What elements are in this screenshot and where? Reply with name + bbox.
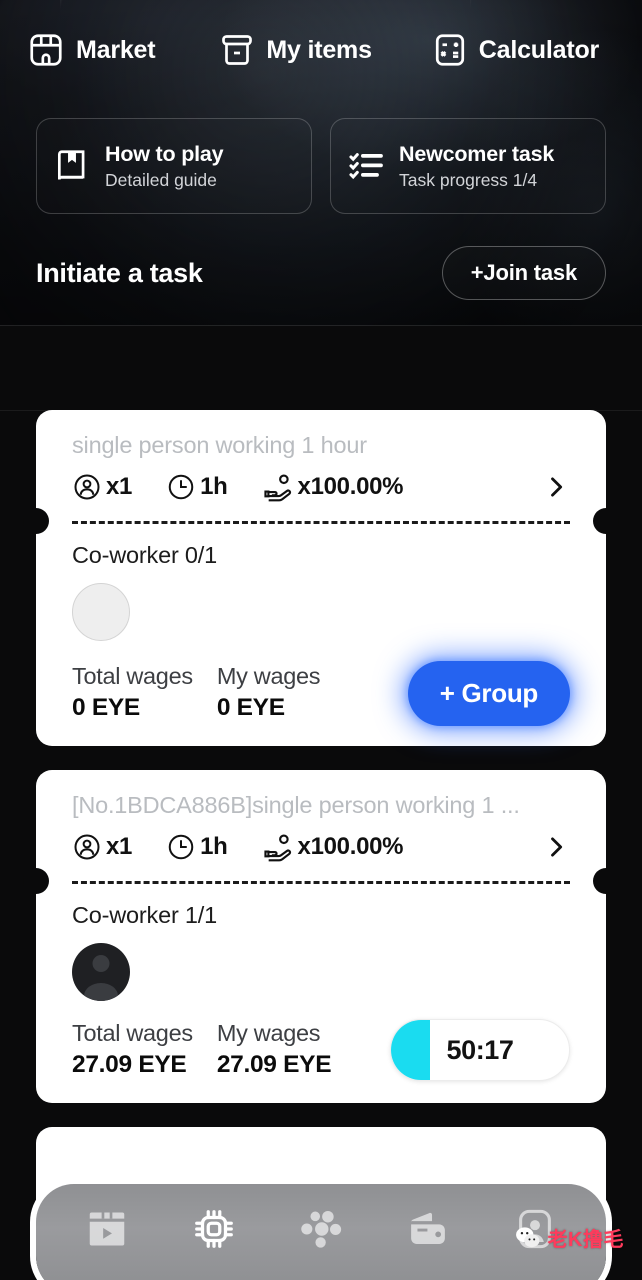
task-name: single person working 1 hour — [72, 432, 367, 458]
total-wages-block: Total wages 0 EYE — [72, 663, 193, 722]
task-stat-time: 1h — [166, 472, 228, 502]
checklist-icon — [347, 147, 385, 185]
chevron-right-icon[interactable] — [542, 833, 570, 861]
book-bookmark-icon — [53, 147, 91, 185]
notch-right — [593, 508, 619, 534]
task-card[interactable]: [No.1BDCA886B]single person working 1 ..… — [23, 770, 619, 1103]
info-card-title: How to play — [105, 141, 224, 166]
total-wages-value: 0 EYE — [72, 694, 140, 721]
my-wages-block: My wages 0 EYE — [216, 663, 321, 722]
my-wages-label: My wages — [216, 663, 321, 689]
group-button[interactable]: + Group — [407, 661, 570, 726]
wage-row: Total wages 0 EYE My wages 0 EYE + Group — [72, 657, 570, 726]
coworker-label: Co-worker 0/1 — [72, 542, 217, 568]
app-screen: Market My items Calculator How to play D… — [0, 0, 642, 1280]
task-card-perforation — [23, 508, 619, 534]
storefront-icon — [27, 31, 65, 69]
my-wages-value: 27.09 EYE — [216, 1051, 332, 1078]
my-wages-block: My wages 27.09 EYE — [216, 1020, 332, 1079]
wechat-watermark: 老K撸毛 — [515, 1223, 624, 1252]
watermark-text: 老K撸毛 — [547, 1229, 624, 1251]
hand-coin-icon — [262, 831, 294, 863]
wage-row: Total wages 27.09 EYE My wages 27.09 EYE… — [72, 1017, 570, 1081]
topnav-label-my-items: My items — [266, 35, 372, 64]
topnav-item-market[interactable]: Market — [27, 31, 156, 69]
my-wages-label: My wages — [216, 1020, 321, 1046]
person-circle-icon — [72, 472, 102, 502]
task-card-perforation — [23, 868, 619, 894]
coworker-avatar-row — [72, 583, 570, 643]
info-card-subtitle: Task progress 1/4 — [399, 169, 538, 190]
task-name: [No.1BDCA886B]single person working 1 ..… — [72, 792, 520, 818]
top-navigation: Market My items Calculator — [0, 22, 642, 78]
countdown-timer[interactable]: 50:17 — [390, 1019, 570, 1081]
notch-left — [23, 508, 49, 534]
task-card-header: single person working 1 hour x1 1h x100.… — [36, 410, 606, 521]
task-card-body: Co-worker 0/1 Total wages 0 EYE My wages… — [36, 522, 606, 746]
topnav-item-my-items[interactable]: My items — [219, 32, 372, 68]
join-task-button[interactable]: +Join task — [441, 246, 606, 300]
task-duration: 1h — [200, 833, 228, 860]
task-stat-people: x1 — [72, 472, 132, 502]
clock-icon — [166, 832, 196, 862]
hand-coin-icon — [262, 471, 294, 503]
total-wages-value: 27.09 EYE — [72, 1051, 187, 1078]
timer-progress-fill — [391, 1020, 431, 1080]
chevron-right-icon[interactable] — [542, 473, 570, 501]
task-stat-people: x1 — [72, 832, 132, 862]
task-stat-time: 1h — [166, 832, 228, 862]
avatar-empty-slot[interactable] — [72, 583, 130, 641]
store-play-icon[interactable] — [84, 1206, 130, 1252]
task-card-body: Co-worker 1/1 Total wages 27.09 EYE My w… — [36, 882, 606, 1103]
person-circle-icon — [72, 832, 102, 862]
archive-box-icon — [219, 32, 255, 68]
chip-icon[interactable] — [191, 1206, 237, 1252]
notch-right — [593, 868, 619, 894]
clock-icon — [166, 472, 196, 502]
task-rate: x100.00% — [297, 473, 404, 500]
total-wages-block: Total wages 27.09 EYE — [72, 1020, 193, 1079]
calculator-icon — [432, 32, 468, 68]
dashed-divider — [72, 881, 570, 884]
task-stat-rate: x100.00% — [262, 831, 404, 863]
task-stat-rate: x100.00% — [262, 471, 404, 503]
group-dots-icon[interactable] — [298, 1206, 344, 1252]
task-people-count: x1 — [106, 833, 133, 860]
avatar[interactable] — [72, 943, 130, 1001]
notch-left — [23, 868, 49, 894]
task-rate: x100.00% — [297, 833, 404, 860]
info-card-how-to-play[interactable]: How to play Detailed guide — [36, 118, 312, 214]
task-card[interactable]: single person working 1 hour x1 1h x100.… — [23, 410, 619, 746]
info-card-title: Newcomer task — [399, 141, 555, 166]
task-list: single person working 1 hour x1 1h x100.… — [0, 326, 642, 1280]
my-wages-value: 0 EYE — [216, 694, 285, 721]
total-wages-label: Total wages — [72, 1020, 193, 1046]
info-card-row: How to play Detailed guide Newcomer task… — [0, 118, 642, 214]
initiate-task-row: Initiate a task +Join task — [0, 240, 642, 306]
coworker-avatar-row — [72, 943, 570, 1003]
topnav-item-calculator[interactable]: Calculator — [432, 32, 599, 68]
topnav-label-market: Market — [76, 35, 156, 64]
timer-value: 50:17 — [446, 1034, 514, 1065]
task-card-header: [No.1BDCA886B]single person working 1 ..… — [36, 770, 606, 881]
topnav-label-calculator: Calculator — [478, 35, 600, 64]
coworker-label: Co-worker 1/1 — [72, 902, 217, 928]
page-title: Initiate a task — [36, 257, 203, 288]
task-stats: x1 1h x100.00% — [72, 471, 570, 503]
task-stats: x1 1h x100.00% — [72, 831, 570, 863]
info-card-newcomer-task[interactable]: Newcomer task Task progress 1/4 — [330, 118, 606, 214]
task-duration: 1h — [200, 473, 228, 500]
total-wages-label: Total wages — [72, 663, 193, 689]
wechat-icon — [515, 1225, 541, 1251]
info-card-subtitle: Detailed guide — [105, 169, 217, 190]
task-people-count: x1 — [106, 473, 133, 500]
wallet-icon[interactable] — [405, 1206, 451, 1252]
dashed-divider — [72, 521, 570, 524]
